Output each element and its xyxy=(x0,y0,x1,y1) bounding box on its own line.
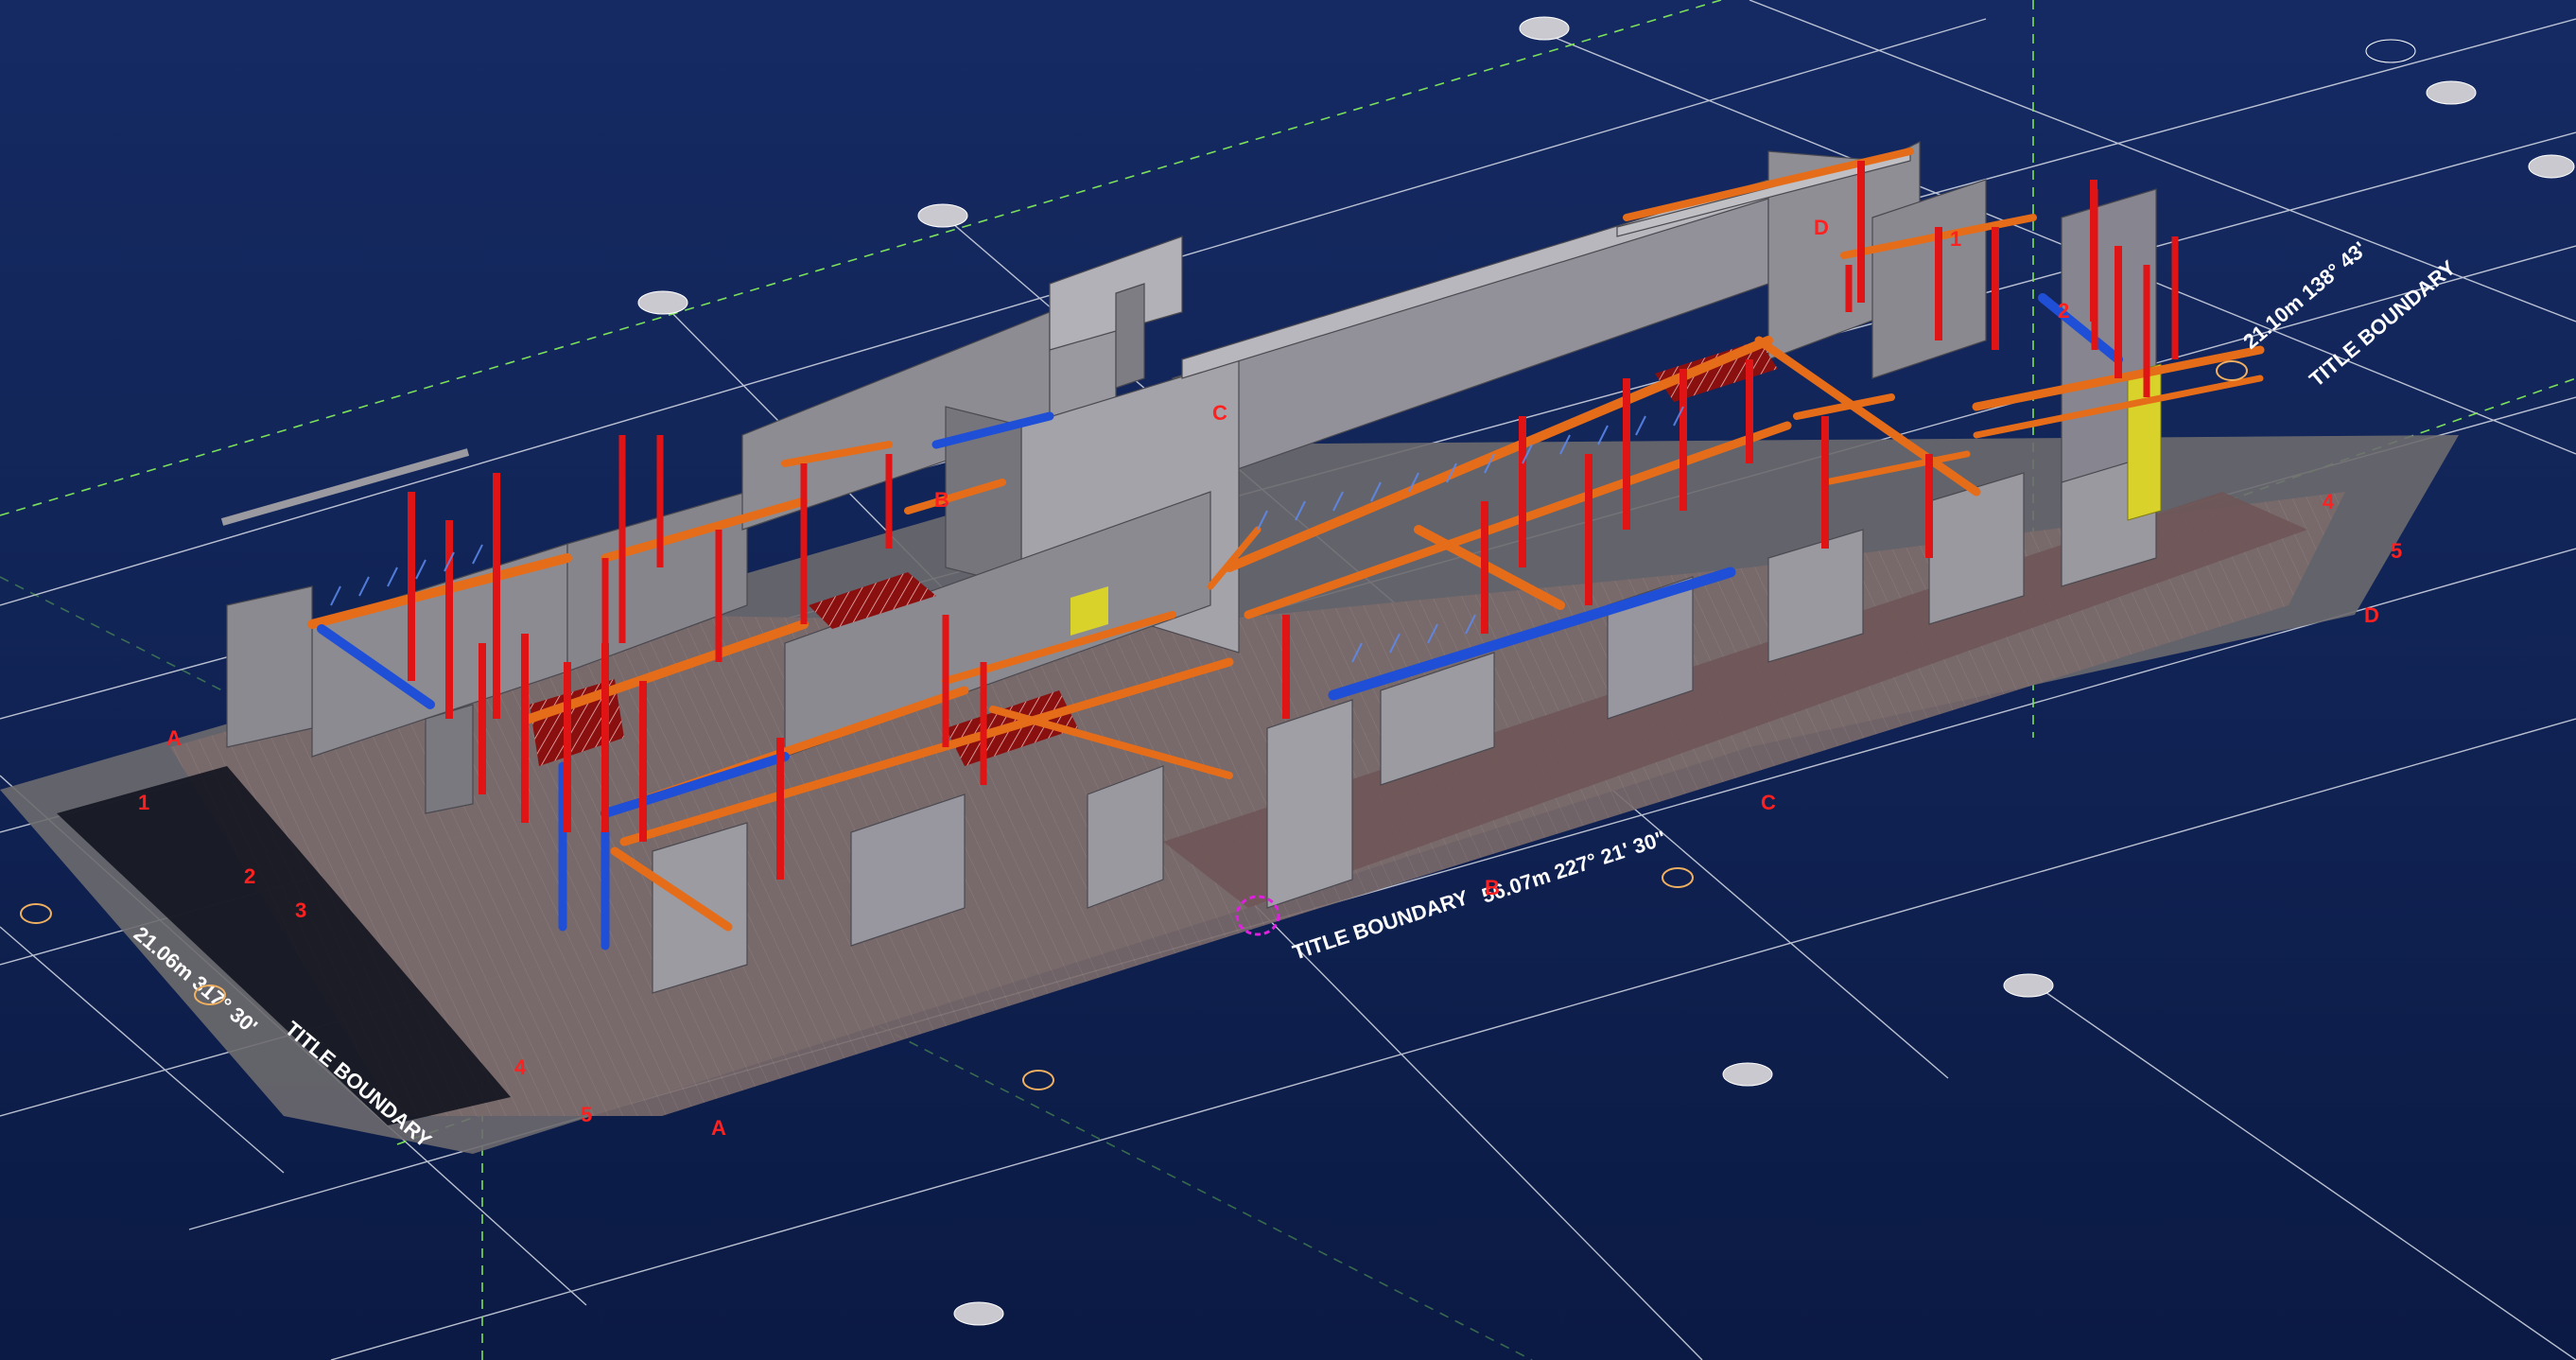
floating-beam xyxy=(220,448,470,526)
grid-marker-2-left: 2 xyxy=(244,864,255,888)
grid-marker-2-right: 2 xyxy=(2058,299,2069,323)
grid-marker-A-left: A xyxy=(166,726,182,750)
grid-marker-B-mid: B xyxy=(934,488,949,512)
grid-marker-C-front: C xyxy=(1761,791,1776,814)
grid-marker-1-top: 1 xyxy=(1950,227,1961,251)
3d-model-viewport[interactable]: TITLE BOUNDARY 56.07m 227° 21' 30" TITLE… xyxy=(0,0,2576,1360)
grid-marker-B-bottom: B xyxy=(1485,876,1500,899)
grid-marker-D-right: D xyxy=(2364,603,2379,627)
grid-marker-4-left: 4 xyxy=(514,1055,527,1079)
grid-marker-C-mid: C xyxy=(1212,401,1227,425)
grid-marker-1-left: 1 xyxy=(138,791,149,814)
grid-marker-4-right: 4 xyxy=(2323,490,2335,514)
model-canvas[interactable]: TITLE BOUNDARY 56.07m 227° 21' 30" TITLE… xyxy=(0,0,2576,1360)
grid-marker-5-right: 5 xyxy=(2391,539,2402,563)
grid-marker-3-left: 3 xyxy=(295,898,306,922)
grid-marker-5-left: 5 xyxy=(581,1103,592,1126)
grid-marker-A-bottom: A xyxy=(711,1116,726,1140)
grid-marker-D-top: D xyxy=(1814,216,1829,239)
